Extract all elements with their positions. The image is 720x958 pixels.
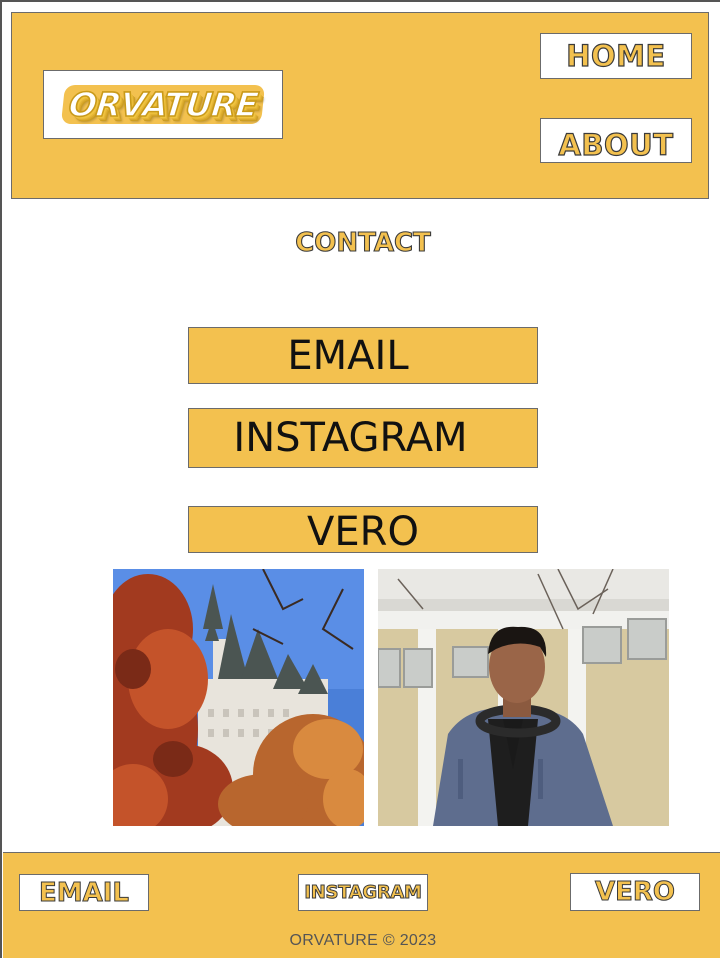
site-header: ORVATURE HOME ABOUT (11, 12, 709, 199)
page-left-border (0, 0, 2, 958)
logo[interactable]: ORVATURE (43, 70, 283, 139)
footer-vero-button[interactable]: VERO (570, 873, 700, 911)
site-footer: EMAIL INSTAGRAM VERO ORVATURE © 2023 (3, 852, 720, 958)
logo-text: ORVATURE (60, 84, 266, 125)
page-top-border (0, 0, 720, 2)
castle-photo (113, 569, 364, 826)
person-photo (378, 569, 669, 826)
copyright-text: ORVATURE © 2023 (289, 932, 437, 949)
nav-about-button[interactable]: ABOUT (540, 118, 692, 163)
instagram-button[interactable]: INSTAGRAM (188, 408, 538, 468)
nav-home-button[interactable]: HOME (540, 33, 692, 79)
vero-button[interactable]: VERO (188, 506, 538, 555)
footer-email-button[interactable]: EMAIL (19, 874, 149, 911)
email-button[interactable]: EMAIL (188, 327, 538, 384)
page-title: CONTACT (295, 227, 432, 258)
footer-instagram-button[interactable]: INSTAGRAM (298, 874, 428, 911)
